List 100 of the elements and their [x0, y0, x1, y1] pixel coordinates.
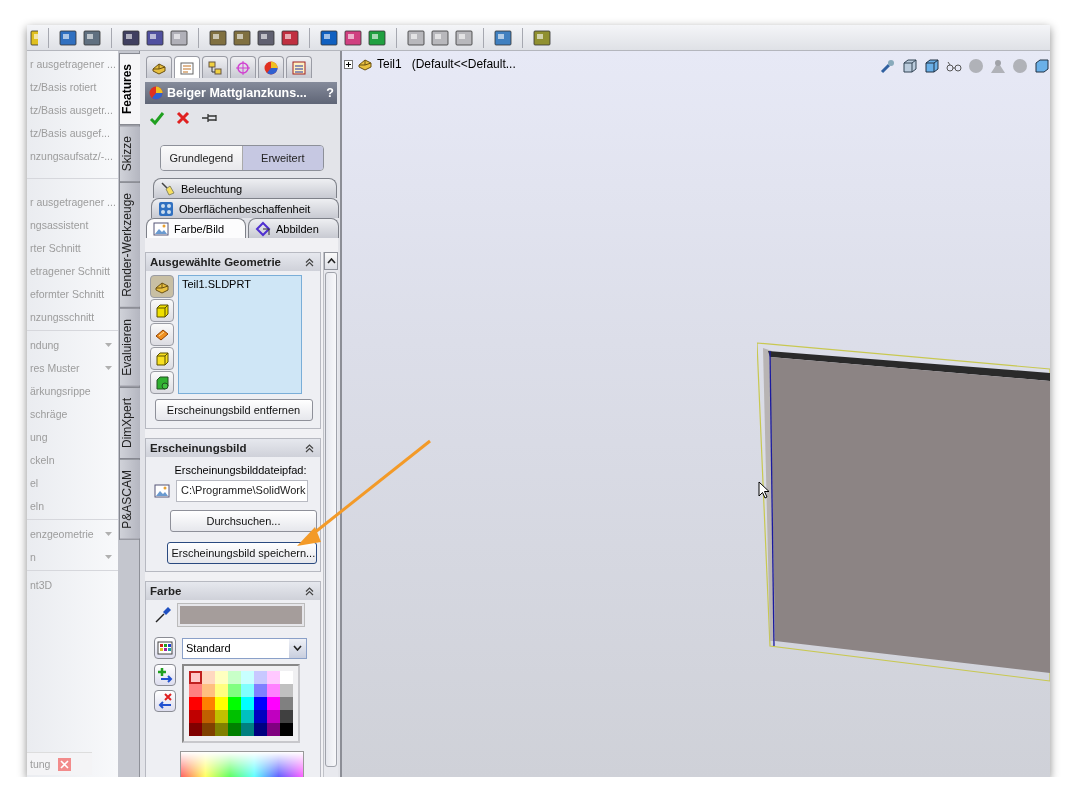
- side-tab[interactable]: DimXpert: [119, 386, 140, 459]
- color-swatch[interactable]: [267, 710, 280, 723]
- path-field[interactable]: C:\Programme\SolidWork: [176, 480, 308, 502]
- color-swatch[interactable]: [254, 671, 267, 684]
- color-swatch[interactable]: [267, 697, 280, 710]
- color-swatch[interactable]: [254, 697, 267, 710]
- toolbar-icon[interactable]: [209, 28, 227, 47]
- add-color-button[interactable]: [154, 664, 176, 686]
- manager-tab[interactable]: [230, 56, 256, 78]
- toolbar-icon[interactable]: [344, 28, 362, 47]
- color-swatch[interactable]: [280, 684, 293, 697]
- color-swatch[interactable]: [215, 684, 228, 697]
- appearance-tab[interactable]: Abbilden: [248, 218, 339, 238]
- color-swatch[interactable]: [202, 723, 215, 736]
- feature-item[interactable]: ung: [30, 430, 48, 443]
- toolbar-icon[interactable]: [59, 28, 77, 47]
- filter-button[interactable]: [150, 323, 174, 346]
- feature-item[interactable]: tz/Basis rotiert: [30, 80, 97, 93]
- feature-item[interactable]: r ausgetragener ...: [30, 195, 116, 208]
- color-swatch[interactable]: [202, 671, 215, 684]
- color-swatch[interactable]: [267, 684, 280, 697]
- color-swatch[interactable]: [267, 723, 280, 736]
- feature-item[interactable]: rter Schnitt: [30, 241, 81, 254]
- feature-item[interactable]: nzungsschnitt: [30, 310, 95, 323]
- color-swatch[interactable]: [228, 710, 241, 723]
- color-swatch[interactable]: [189, 710, 202, 723]
- close-icon[interactable]: [58, 757, 72, 771]
- collapse-chevron-icon[interactable]: [305, 257, 314, 267]
- color-swatch[interactable]: [215, 671, 228, 684]
- collapse-chevron-icon[interactable]: [305, 586, 314, 596]
- color-swatch[interactable]: [215, 697, 228, 710]
- manager-tab[interactable]: [258, 56, 284, 78]
- feature-item[interactable]: schräge: [30, 407, 68, 420]
- feature-item[interactable]: etragener Schnitt: [30, 264, 110, 277]
- color-swatch[interactable]: [254, 684, 267, 697]
- appearance-tab[interactable]: Farbe/Bild: [146, 218, 246, 238]
- toolbar-icon[interactable]: [233, 28, 251, 47]
- toolbar-icon[interactable]: [320, 28, 338, 47]
- color-swatch[interactable]: [189, 723, 202, 736]
- feature-item[interactable]: eformter Schnitt: [30, 287, 105, 300]
- cube-icon[interactable]: [1034, 58, 1050, 74]
- feature-item[interactable]: tz/Basis ausgef...: [30, 126, 110, 139]
- appearance-tab[interactable]: Oberflächenbeschaffenheit: [151, 198, 339, 218]
- remove-button[interactable]: Erscheinungsbild entfernen: [154, 399, 313, 421]
- caret-icon[interactable]: [105, 555, 112, 559]
- color-swatch[interactable]: [189, 684, 202, 697]
- save-button[interactable]: Erscheinungsbild speichern...: [166, 542, 317, 564]
- toolbar-icon[interactable]: [146, 28, 164, 47]
- filter-button[interactable]: [150, 347, 174, 370]
- color-swatch[interactable]: [241, 671, 254, 684]
- mode-button[interactable]: Erweitert: [241, 146, 323, 170]
- color-swatch[interactable]: [215, 710, 228, 723]
- color-swatch[interactable]: [280, 697, 293, 710]
- feature-item[interactable]: ckeln: [30, 453, 55, 466]
- color-swatch[interactable]: [254, 723, 267, 736]
- feature-item[interactable]: ärkungsrippe: [30, 384, 91, 397]
- color-swatch[interactable]: [280, 723, 293, 736]
- toolbar-icon[interactable]: [368, 28, 386, 47]
- sphere-icon[interactable]: [1012, 58, 1028, 74]
- color-swatch[interactable]: [228, 697, 241, 710]
- palette-dropdown[interactable]: Standard: [182, 637, 307, 659]
- color-swatch[interactable]: [202, 710, 215, 723]
- color-swatch[interactable]: [228, 723, 241, 736]
- color-swatch[interactable]: [189, 671, 202, 684]
- manager-tab[interactable]: [174, 56, 200, 78]
- color-swatch[interactable]: [228, 671, 241, 684]
- feature-item[interactable]: r ausgetragener ...: [30, 57, 116, 70]
- caret-icon[interactable]: [105, 343, 112, 347]
- toolbar-icon[interactable]: [533, 28, 551, 47]
- color-swatch[interactable]: [228, 684, 241, 697]
- side-tab[interactable]: P&ASCAM: [119, 458, 140, 540]
- toolbar-icon[interactable]: [83, 28, 101, 47]
- view-cube-icon[interactable]: [902, 58, 918, 74]
- sphere-icon[interactable]: [968, 58, 984, 74]
- eyedropper-icon[interactable]: [154, 606, 172, 624]
- feature-item[interactable]: tz/Basis ausgetr...: [30, 103, 113, 116]
- toolbar-icon[interactable]: [122, 28, 140, 47]
- part-name[interactable]: Teil1: [377, 57, 402, 71]
- color-swatch[interactable]: [215, 723, 228, 736]
- zoom-icon[interactable]: [880, 58, 896, 74]
- appearance-tab[interactable]: Beleuchtung: [153, 178, 337, 198]
- help-button[interactable]: ?: [326, 86, 334, 100]
- manager-tab[interactable]: [202, 56, 228, 78]
- filter-button[interactable]: [150, 299, 174, 322]
- palette-button[interactable]: [154, 637, 176, 659]
- feature-item[interactable]: nzungsaufsatz/-...: [30, 149, 113, 162]
- filter-button[interactable]: [150, 275, 174, 298]
- feature-item[interactable]: ngsassistent: [30, 218, 89, 231]
- color-swatch[interactable]: [202, 684, 215, 697]
- toolbar-icon[interactable]: [281, 28, 299, 47]
- close-icon[interactable]: [175, 110, 191, 126]
- mode-button[interactable]: Grundlegend: [161, 146, 242, 170]
- feature-item[interactable]: nt3D: [30, 578, 53, 591]
- panel-tab[interactable]: tung: [30, 758, 51, 770]
- color-swatch[interactable]: [254, 710, 267, 723]
- toolbar-icon[interactable]: [257, 28, 275, 47]
- feature-item[interactable]: el: [30, 476, 39, 489]
- color-swatch[interactable]: [241, 684, 254, 697]
- side-tab[interactable]: Render-Werkzeuge: [119, 182, 140, 309]
- manager-tab[interactable]: [146, 56, 172, 78]
